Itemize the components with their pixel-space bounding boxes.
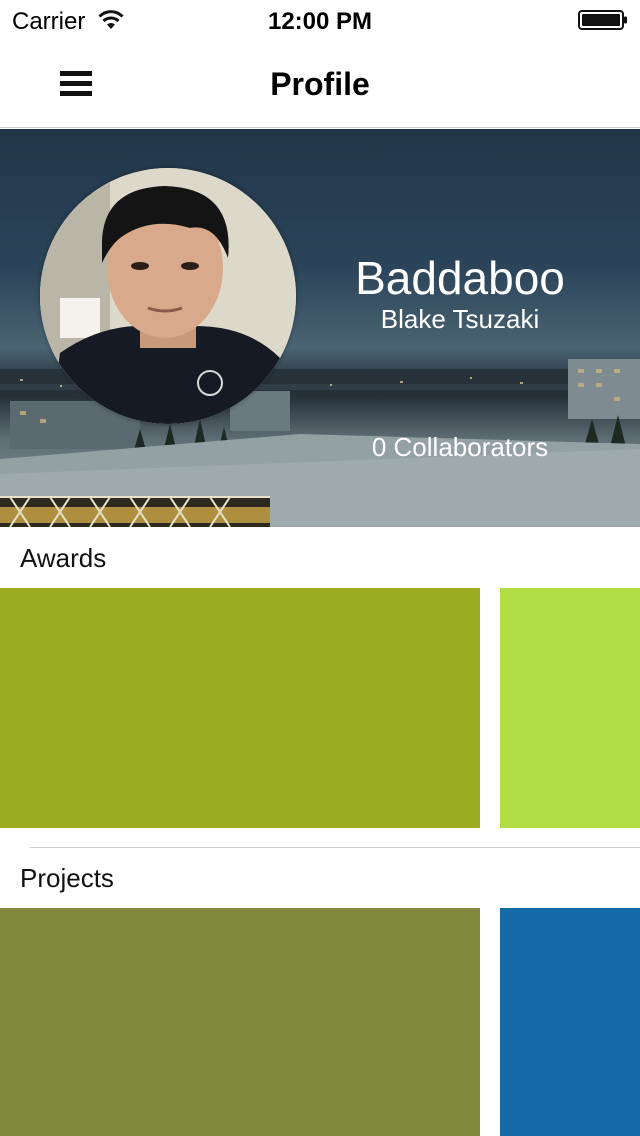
profile-full-name: Blake Tsuzaki	[380, 304, 540, 334]
avatar-photo	[40, 168, 296, 424]
awards-section-title: Awards	[20, 543, 107, 573]
collaborators-count[interactable]: 0 Collaborators	[300, 432, 620, 463]
status-bar: Carrier 12:00 PM	[0, 0, 640, 40]
award-tile[interactable]	[500, 588, 640, 828]
projects-section-title: Projects	[20, 863, 114, 893]
avatar[interactable]	[40, 168, 296, 424]
award-tile[interactable]	[0, 588, 480, 828]
profile-username: Baddaboo	[355, 252, 565, 304]
profile-header: Baddaboo Blake Tsuzaki 0 Collaborators	[0, 129, 640, 527]
page-title: Profile	[270, 66, 370, 102]
project-tile[interactable]	[500, 908, 640, 1136]
battery-icon	[578, 10, 627, 30]
navigation-bar: Profile	[0, 40, 640, 128]
project-tile[interactable]	[0, 908, 480, 1136]
section-divider	[30, 847, 640, 848]
status-time: 12:00 PM	[267, 8, 373, 35]
